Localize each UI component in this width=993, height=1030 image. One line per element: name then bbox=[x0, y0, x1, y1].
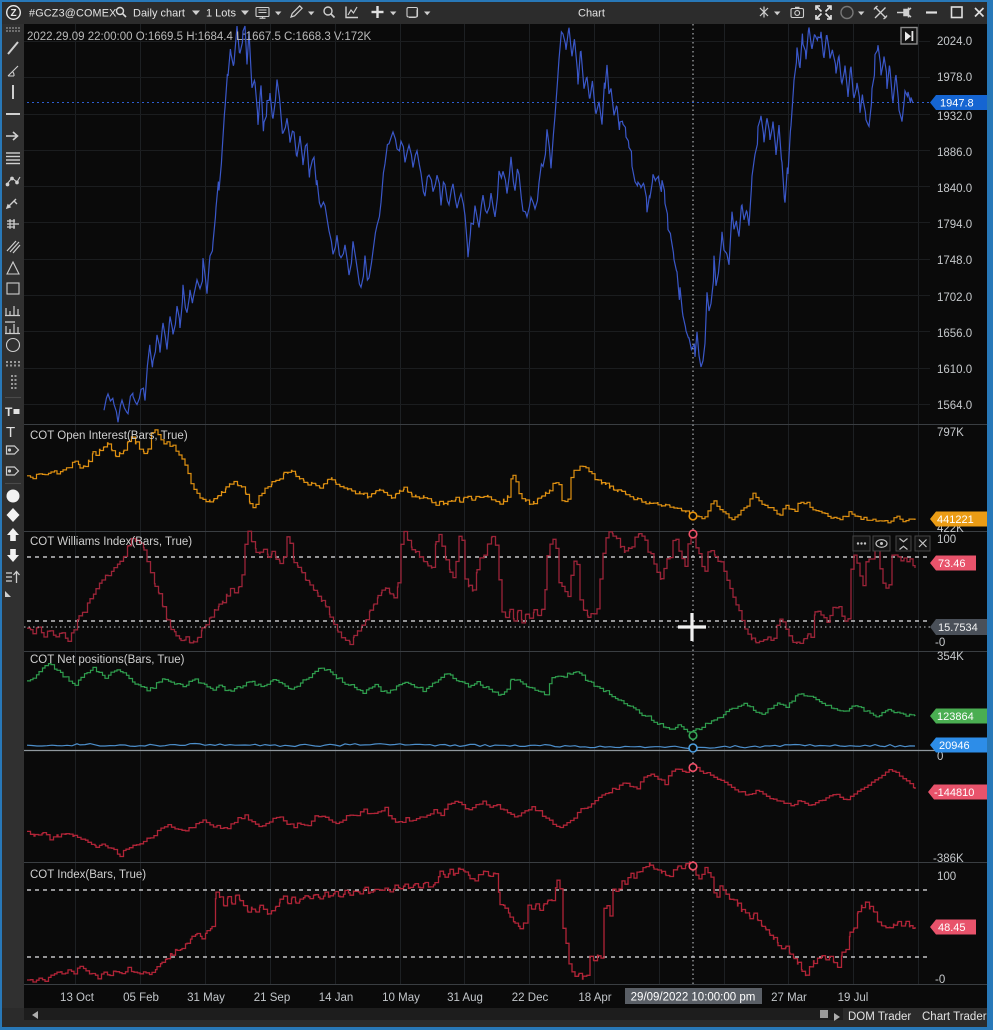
svg-text:31 Aug: 31 Aug bbox=[447, 992, 483, 1004]
svg-text:1748.0: 1748.0 bbox=[937, 255, 972, 267]
svg-text:1932.0: 1932.0 bbox=[937, 111, 972, 123]
svg-text:20946: 20946 bbox=[939, 740, 970, 752]
svg-text:1702.0: 1702.0 bbox=[937, 292, 972, 304]
svg-text:-0: -0 bbox=[935, 637, 945, 649]
svg-text:1 Lots: 1 Lots bbox=[206, 8, 236, 20]
svg-text:COT Open Interest(Bars, True): COT Open Interest(Bars, True) bbox=[30, 430, 188, 442]
svg-text:1978.0: 1978.0 bbox=[937, 72, 972, 84]
svg-text:#GCZ3@COMEX: #GCZ3@COMEX bbox=[29, 8, 117, 20]
svg-text:T: T bbox=[5, 405, 13, 419]
svg-text:1610.0: 1610.0 bbox=[937, 364, 972, 376]
svg-text:73.46: 73.46 bbox=[938, 558, 966, 570]
svg-text:-144810: -144810 bbox=[934, 787, 974, 799]
svg-text:1564.0: 1564.0 bbox=[937, 400, 972, 412]
svg-text:19 Jul: 19 Jul bbox=[838, 992, 869, 1004]
svg-text:Chart: Chart bbox=[578, 8, 605, 20]
svg-text:1656.0: 1656.0 bbox=[937, 328, 972, 340]
svg-text:18 Apr: 18 Apr bbox=[578, 992, 611, 1004]
svg-text:123864: 123864 bbox=[937, 711, 974, 723]
svg-text:100: 100 bbox=[937, 871, 956, 883]
svg-text:13 Oct: 13 Oct bbox=[60, 992, 95, 1004]
svg-text:354K: 354K bbox=[937, 651, 964, 663]
svg-text:441221: 441221 bbox=[937, 514, 974, 526]
svg-text:10 May: 10 May bbox=[382, 992, 420, 1004]
svg-text:14 Jan: 14 Jan bbox=[319, 992, 354, 1004]
svg-text:21 Sep: 21 Sep bbox=[254, 992, 290, 1004]
svg-text:2024.0: 2024.0 bbox=[937, 36, 972, 48]
svg-text:-386K: -386K bbox=[933, 853, 964, 865]
svg-text:2022.29.09 22:00:00 O:1669.5 H: 2022.29.09 22:00:00 O:1669.5 H:1684.4 L:… bbox=[27, 31, 372, 43]
svg-text:29/09/2022 10:00:00 pm: 29/09/2022 10:00:00 pm bbox=[631, 992, 756, 1004]
svg-text:27 Mar: 27 Mar bbox=[771, 992, 807, 1004]
svg-text:797K: 797K bbox=[937, 427, 964, 439]
svg-text:Daily chart: Daily chart bbox=[133, 8, 185, 20]
svg-text:31 May: 31 May bbox=[187, 992, 225, 1004]
svg-text:1947.8: 1947.8 bbox=[940, 98, 974, 110]
svg-text:-0: -0 bbox=[935, 974, 945, 986]
svg-text:Z: Z bbox=[10, 8, 16, 19]
svg-text:15.7534: 15.7534 bbox=[938, 622, 978, 634]
svg-text:COT Net positions(Bars, True): COT Net positions(Bars, True) bbox=[30, 654, 185, 666]
svg-text:1840.0: 1840.0 bbox=[937, 183, 972, 195]
svg-text:COT Williams Index(Bars, True): COT Williams Index(Bars, True) bbox=[30, 536, 192, 548]
svg-text:05 Feb: 05 Feb bbox=[123, 992, 159, 1004]
svg-text:T: T bbox=[6, 424, 15, 441]
svg-text:22 Dec: 22 Dec bbox=[512, 992, 549, 1004]
svg-text:1794.0: 1794.0 bbox=[937, 219, 972, 231]
svg-text:0: 0 bbox=[937, 751, 943, 763]
svg-text:COT Index(Bars, True): COT Index(Bars, True) bbox=[30, 869, 146, 881]
svg-text:100: 100 bbox=[937, 534, 956, 546]
svg-text:1886.0: 1886.0 bbox=[937, 147, 972, 159]
svg-text:48.45: 48.45 bbox=[938, 922, 966, 934]
